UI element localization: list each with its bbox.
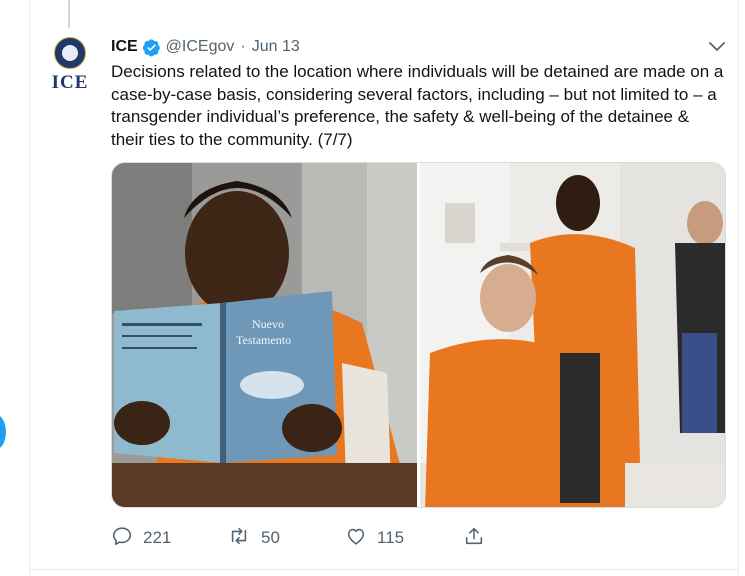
author-handle[interactable]: @ICEgov [166, 38, 235, 56]
tweet-header: ICE @ICEgov · Jun 13 [111, 36, 300, 58]
floating-action-edge[interactable] [0, 414, 6, 450]
detainees-hair-styling-photo[interactable] [420, 163, 725, 507]
avatar-label: ICE [51, 72, 89, 93]
timeline-right-border [738, 0, 739, 576]
reply-icon [111, 525, 133, 552]
avatar[interactable]: ICE [51, 37, 89, 97]
retweet-count: 50 [261, 528, 280, 547]
share-button[interactable] [463, 524, 485, 552]
retweet-icon [227, 525, 251, 552]
header-separator: · [240, 38, 246, 55]
book-title-line2: Testamento [236, 333, 291, 347]
tweet-media-grid: Nuevo Testamento [111, 162, 726, 508]
tweet-bottom-divider [30, 569, 738, 570]
tweet-text: Decisions related to the location where … [111, 62, 724, 149]
like-count: 115 [377, 528, 405, 547]
more-options-chevron-down-icon[interactable] [707, 38, 727, 56]
retweet-button[interactable]: 50 [227, 524, 280, 552]
tweet-date[interactable]: Jun 13 [252, 38, 300, 56]
author-name[interactable]: ICE [111, 38, 138, 56]
heart-icon [345, 525, 367, 552]
verified-badge-icon [142, 38, 161, 57]
reply-button[interactable]: 221 [111, 524, 171, 552]
share-icon [463, 525, 485, 552]
timeline-left-border [29, 0, 30, 576]
detainee-reading-photo[interactable]: Nuevo Testamento [112, 163, 417, 507]
tweet-actions: 221 50 115 [111, 524, 491, 552]
thread-connector-line [68, 0, 70, 28]
like-button[interactable]: 115 [345, 524, 404, 552]
book-title-line1: Nuevo [252, 317, 284, 331]
reply-count: 221 [143, 528, 172, 547]
dhs-seal-icon [54, 37, 86, 69]
